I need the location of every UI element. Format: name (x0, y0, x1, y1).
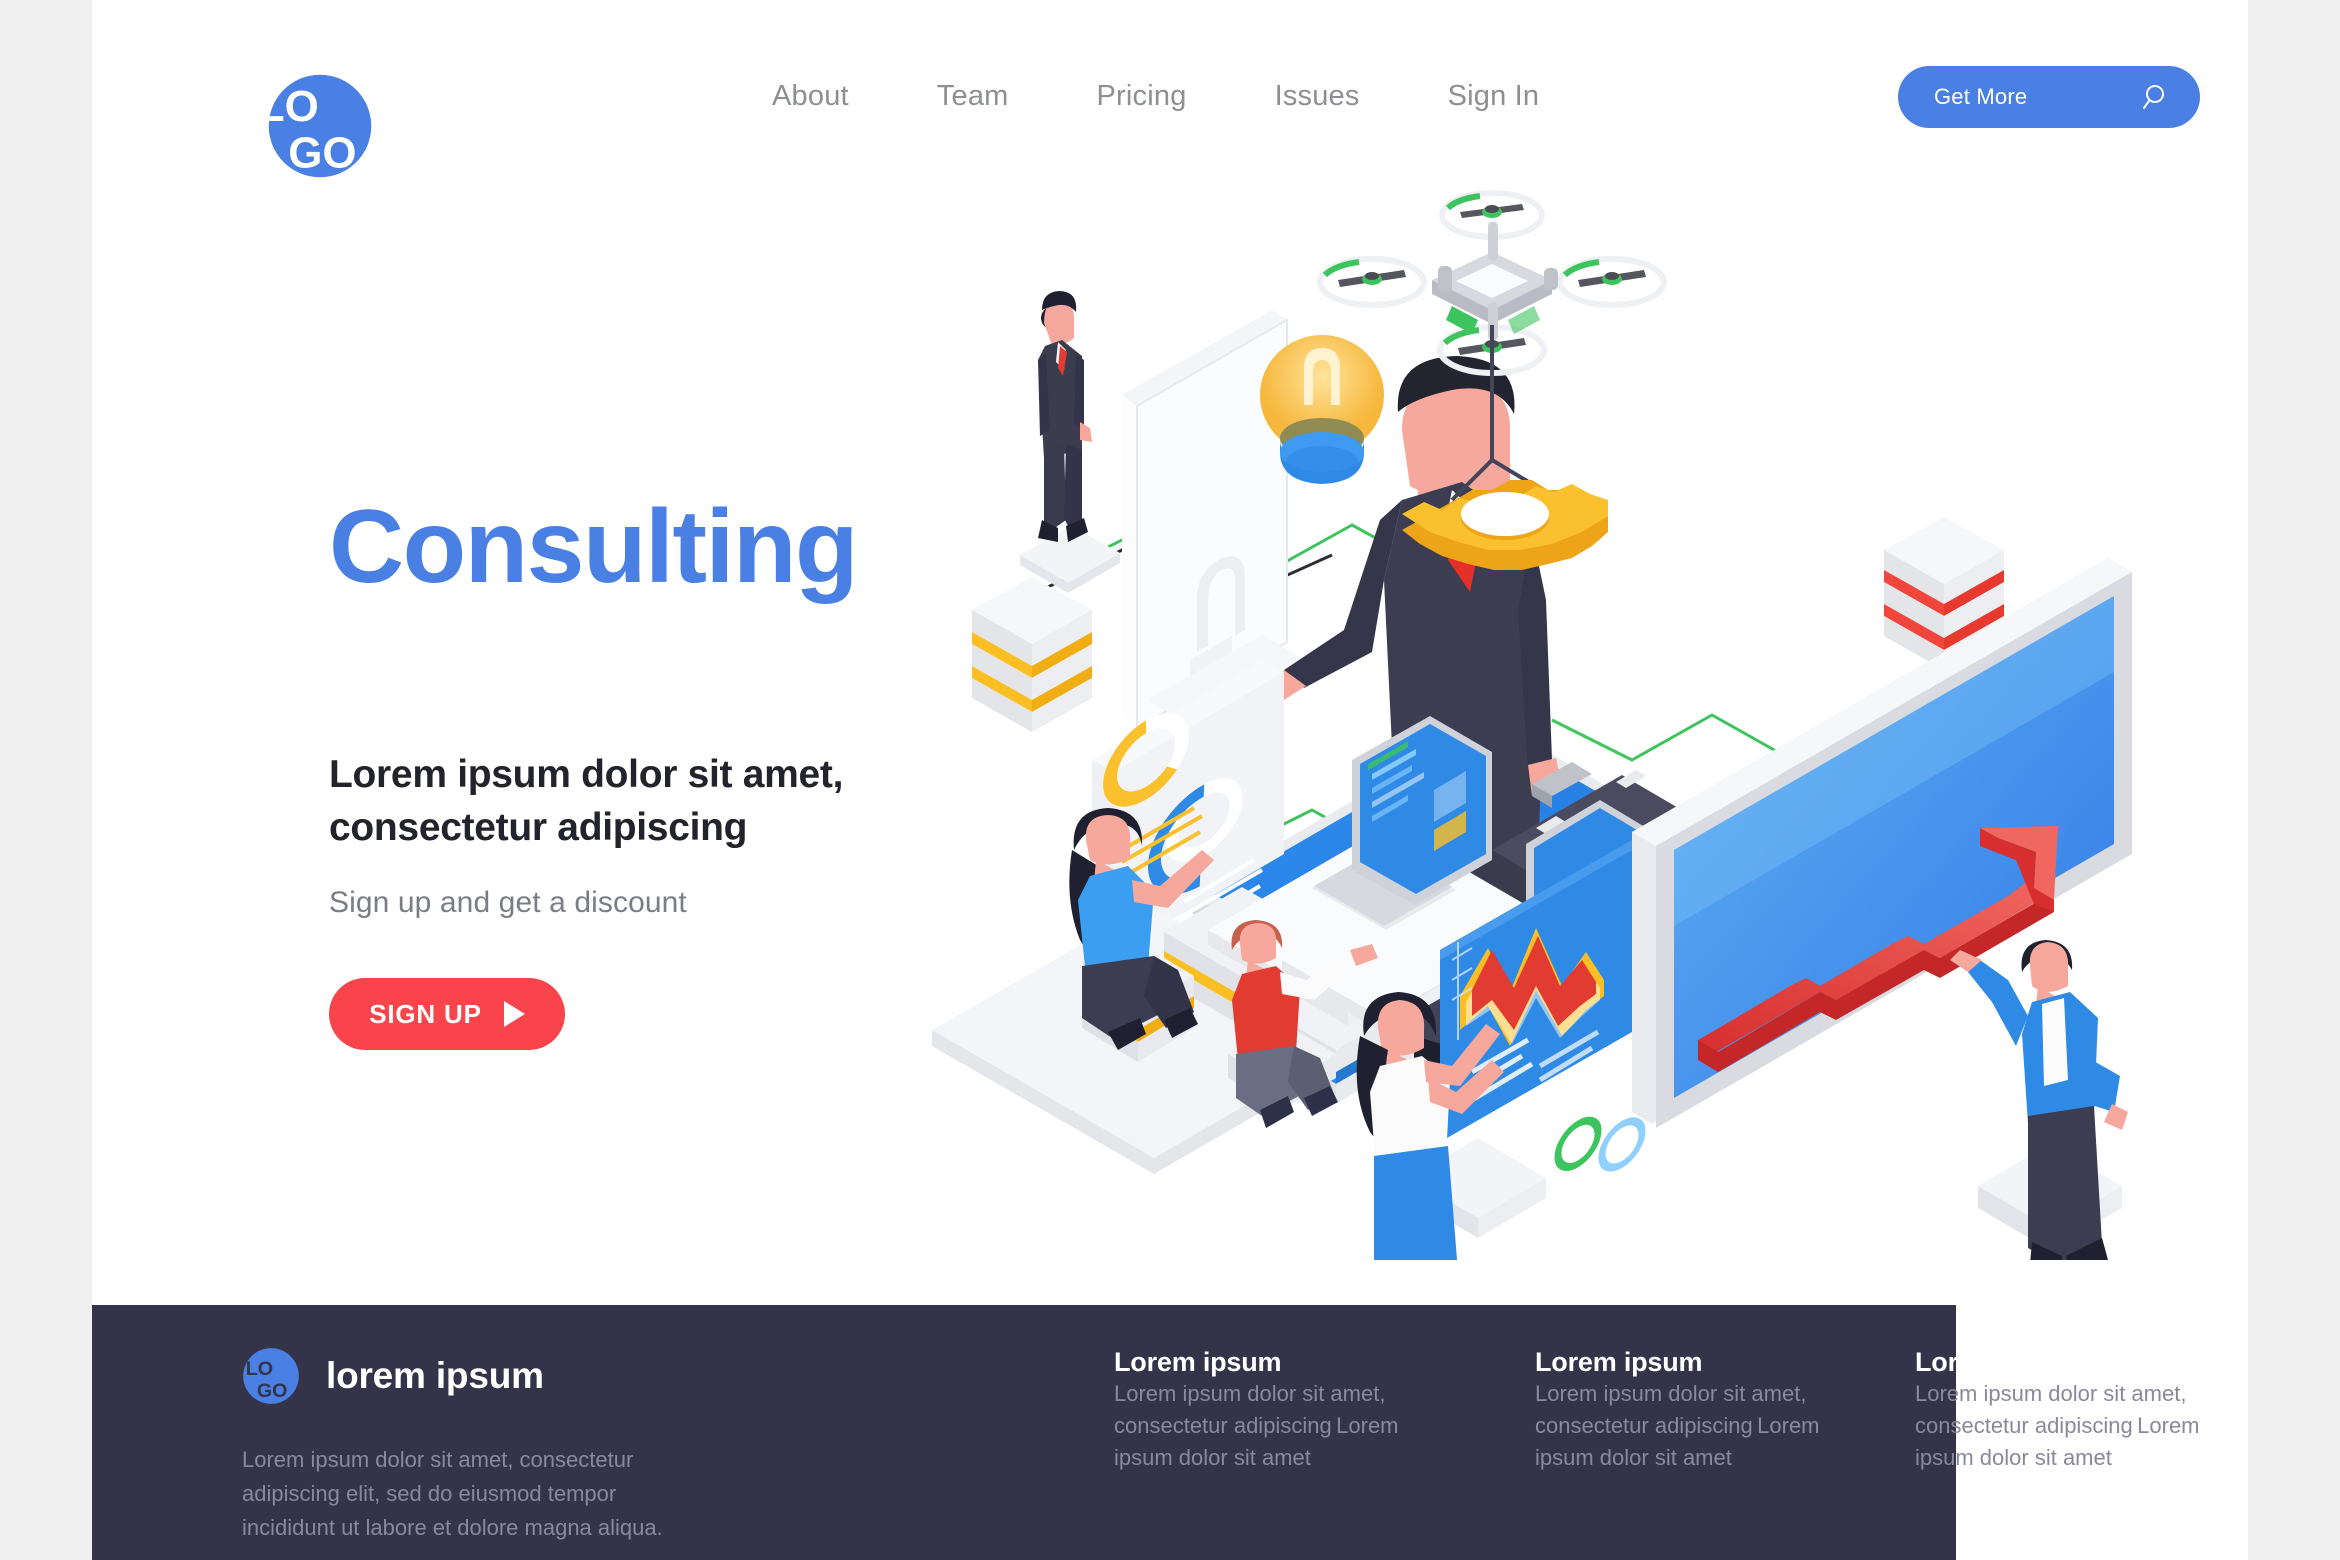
footer-column-title: Lorem ipsum (1535, 1347, 1703, 1377)
man-pointing (1950, 940, 2128, 1260)
nav-item-sign-in[interactable]: Sign In (1448, 70, 1540, 123)
search-icon[interactable] (2142, 82, 2172, 112)
footer-column-title: Lorem ipsum (1114, 1347, 1282, 1377)
main-navigation: About Team Pricing Issues Sign In (772, 70, 1539, 123)
businessman-small (1020, 291, 1120, 593)
footer-column-1: Lorem ipsum Lorem ipsum dolor sit amet, … (1114, 1347, 1424, 1474)
get-more-button[interactable]: Get More (1898, 66, 2200, 128)
hero-subtitle: Lorem ipsum dolor sit amet, consectetur … (329, 753, 844, 849)
drone-icon (1317, 190, 1667, 502)
page-title: Consulting (329, 489, 859, 605)
sign-up-button[interactable]: SIGN UP (329, 978, 565, 1051)
footer-column-3: Lorem ipsum Lorem ipsum dolor sit amet, … (1915, 1347, 2225, 1474)
nav-item-about[interactable]: About (772, 70, 849, 123)
footer-column-title: Lorem ipsum (1915, 1347, 2083, 1377)
footer-column-2: Lorem ipsum Lorem ipsum dolor sit amet, … (1535, 1347, 1845, 1474)
nav-item-pricing[interactable]: Pricing (1097, 70, 1187, 123)
sign-up-label: SIGN UP (369, 998, 482, 1029)
nav-item-team[interactable]: Team (937, 70, 1009, 123)
footer-brand: LO GO lorem ipsum Lorem ipsum dolor sit … (242, 1347, 712, 1545)
footer-description: Lorem ipsum dolor sit amet, consectetur … (242, 1447, 663, 1541)
footer-logo-icon[interactable]: LO GO (242, 1347, 300, 1405)
isometric-illustration (932, 160, 2232, 1260)
logo-circle-icon[interactable]: LO GO (259, 65, 381, 187)
stacked-blocks-yellow (972, 577, 1092, 732)
footer-brand-name: lorem ipsum (326, 1355, 544, 1396)
hero-section: Consulting Lorem ipsum dolor sit amet, c… (329, 489, 1029, 1051)
get-more-label: Get More (1934, 84, 2028, 109)
nav-item-issues[interactable]: Issues (1275, 70, 1360, 123)
play-icon (503, 1001, 525, 1028)
hero-note: Sign up and get a discount (329, 886, 687, 920)
landing-page: LO GO About Team Pricing Issues Sign In … (0, 0, 2340, 1560)
site-footer: LO GO lorem ipsum Lorem ipsum dolor sit … (92, 1305, 2200, 1560)
